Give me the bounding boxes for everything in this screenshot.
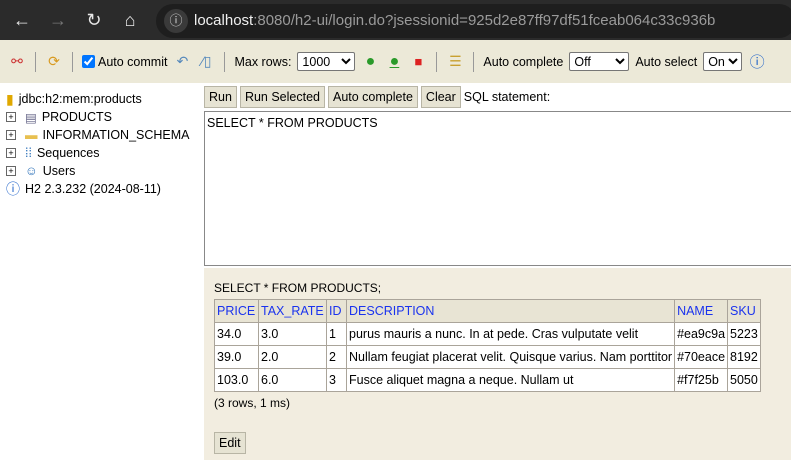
browser-chrome: ← → ↻ ⌂ ⓘ localhost:8080/h2-ui/login.do?… [0,0,791,40]
version-label: H2 2.3.232 (2024-08-11) [25,182,161,196]
users-icon: ☺ [25,164,38,178]
info-icon: ⓘ [6,181,20,197]
column-header-price[interactable]: PRICE [214,299,259,323]
table-cell: 2.0 [258,345,327,369]
schema-tree: ▮ jdbc:h2:mem:products + ▤ PRODUCTS + ▬ INFOR… [0,83,204,460]
folder-icon: ▬ [25,128,38,142]
separator [473,51,475,72]
result-summary: (3 rows, 1 ms) [214,396,291,410]
column-header-description[interactable]: DESCRIPTION [345,299,676,323]
column-header-tax_rate[interactable]: TAX_RATE [258,299,327,323]
result-panel: SELECT * FROM PRODUCTS; PRICE TAX_RATE ID D… [204,268,791,460]
expand-icon[interactable]: + [6,166,16,176]
address-bar[interactable]: ⓘ localhost:8080/h2-ui/login.do?jsession… [156,4,791,38]
help-icon[interactable]: ⓘ [748,51,766,72]
tree-item-sequences[interactable]: + ⁞⁞ Sequences [6,144,204,162]
column-header-id[interactable]: ID [326,299,347,323]
table-cell: 2 [326,345,347,369]
table-row: 34.0 3.0 1 purus mauris a nunc. In at pede.… [214,322,762,346]
rollback-icon[interactable]: ↶ [173,53,191,70]
auto-complete-button[interactable]: Auto complete [328,86,418,108]
disconnect-icon[interactable]: ⚯ [8,53,26,70]
table-cell: 1 [326,322,347,346]
expand-icon[interactable]: + [6,148,16,158]
auto-commit-checkbox[interactable]: Auto commit [82,55,167,69]
max-rows-label: Max rows: [234,54,292,69]
tree-item-information-schema[interactable]: + ▬ INFORMATION_SCHEMA [6,126,204,144]
tree-connection[interactable]: ▮ jdbc:h2:mem:products [6,90,204,108]
site-info-icon[interactable]: ⓘ [164,9,188,33]
expand-icon[interactable]: + [6,112,16,122]
url-path: :8080/h2-ui/login.do?jsessionid=925d2e87… [253,12,716,29]
table-cell: Fusce aliquet magna a neque. Nullam ut [345,368,676,392]
stop-icon[interactable]: ■ [409,54,427,69]
result-query: SELECT * FROM PRODUCTS; [214,281,382,295]
tree-label: Users [42,164,76,178]
table-cell: #ea9c9a [674,322,729,346]
commit-icon[interactable]: ⁄▯ [197,53,215,70]
table-cell: 3.0 [258,322,327,346]
separator [72,51,73,72]
tree-label: Sequences [36,146,100,160]
table-cell: 103.0 [214,368,259,392]
sql-button-row: Run Run Selected Auto complete Clear SQL… [204,86,550,108]
table-cell: 39.0 [214,345,259,369]
auto-select-select[interactable]: On [703,52,743,71]
column-header-name[interactable]: NAME [674,299,729,323]
auto-complete-label: Auto complete [483,54,564,69]
connection-label: jdbc:h2:mem:products [18,92,142,106]
table-cell: Nullam feugiat placerat velit. Quisque v… [345,345,676,369]
refresh-icon[interactable]: ⟳ [45,53,63,70]
table-cell: purus mauris a nunc. In at pede. Cras vu… [345,322,676,346]
separator [224,51,226,72]
table-cell: #f7f25b [674,368,729,392]
table-row: 103.0 6.0 3 Fusce aliquet magna a neque. Nu… [214,368,762,392]
tree-item-products[interactable]: + ▤ PRODUCTS [6,108,204,126]
run-selected-icon[interactable]: ● [385,53,403,71]
table-cell: 34.0 [214,322,259,346]
history-icon[interactable]: ☰ [446,53,464,70]
table-icon: ▤ [25,110,37,125]
url-host: localhost [194,12,254,29]
table-cell: 3 [326,368,347,392]
run-selected-button[interactable]: Run Selected [239,86,325,108]
separator [35,51,36,72]
auto-complete-select[interactable]: Off [569,52,630,71]
tree-label: INFORMATION_SCHEMA [42,128,190,142]
sql-editor[interactable]: SELECT * FROM PRODUCTS [204,111,791,266]
sql-statement-label: SQL statement: [463,90,551,104]
column-header-sku[interactable]: SKU [727,299,762,323]
run-icon[interactable]: ● [361,53,379,71]
separator [436,51,438,72]
auto-commit-label: Auto commit [98,54,168,69]
max-rows-select[interactable]: 1000 [297,52,356,71]
edit-button[interactable]: Edit [214,432,246,454]
tree-version: ⓘ H2 2.3.232 (2024-08-11) [6,180,204,198]
sequence-icon: ⁞⁞ [25,146,32,160]
toolbar: ⚯ ⟳ Auto commit ↶ ⁄▯ Max rows: 1000 ● ● … [0,40,791,83]
result-table: PRICE TAX_RATE ID DESCRIPTION NAME SKU 34.0 3.… [214,299,762,392]
expand-icon[interactable]: + [6,130,16,140]
back-icon[interactable]: ← [10,8,34,32]
table-cell: #70eace [674,345,729,369]
table-row: 39.0 2.0 2 Nullam feugiat placerat velit. Q… [214,345,762,369]
auto-select-label: Auto select [635,54,698,69]
clear-button[interactable]: Clear [420,86,461,108]
table-cell: 5223 [727,322,762,346]
database-icon: ▮ [6,90,14,107]
forward-icon[interactable]: → [46,8,70,32]
run-button[interactable]: Run [204,86,237,108]
tree-label: PRODUCTS [41,110,112,124]
table-cell: 6.0 [258,368,327,392]
reload-icon[interactable]: ↻ [82,8,106,32]
table-cell: 5050 [727,368,762,392]
auto-commit-check[interactable] [82,55,95,68]
home-icon[interactable]: ⌂ [118,8,142,32]
tree-item-users[interactable]: + ☺ Users [6,162,204,180]
table-cell: 8192 [727,345,762,369]
